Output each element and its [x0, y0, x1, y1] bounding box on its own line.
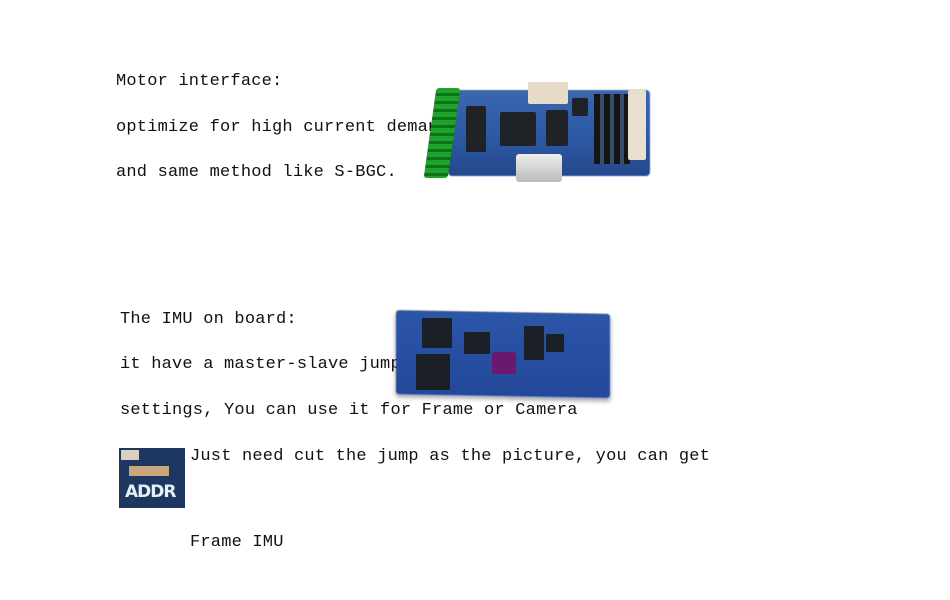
imu-text-line-2: settings, You can use it for Frame or Ca… — [120, 401, 578, 420]
chip — [464, 332, 490, 354]
imu-board-image — [396, 310, 616, 400]
chip — [466, 106, 486, 152]
imu-text-line-4: Frame IMU — [190, 533, 284, 552]
motor-heading: Motor interface: — [116, 72, 283, 91]
motor-board-image — [423, 82, 652, 182]
chip — [546, 334, 564, 352]
usb-port — [516, 154, 562, 182]
chip — [422, 318, 452, 348]
imu-text-line-1: it have a master-slave jumper — [120, 355, 422, 374]
jumper-pad — [129, 466, 169, 476]
addr-label: ADDR — [125, 482, 176, 502]
chip — [416, 354, 450, 390]
imu-heading: The IMU on board: — [120, 310, 297, 329]
chip — [524, 326, 544, 360]
chip — [572, 98, 588, 116]
imu-text-line-3: Just need cut the jump as the picture, y… — [190, 447, 711, 466]
addr-jumper-thumbnail: ADDR — [119, 448, 185, 508]
pad — [121, 450, 139, 460]
chip — [546, 110, 568, 146]
white-connector — [628, 90, 646, 160]
connector — [528, 82, 568, 104]
chip — [500, 112, 536, 146]
imu-sensor-chip — [492, 352, 516, 374]
motor-text-line-2: and same method like S-BGC. — [116, 163, 397, 182]
motor-text-line-1: optimize for high current demand — [116, 118, 449, 137]
pin-header — [594, 94, 630, 164]
